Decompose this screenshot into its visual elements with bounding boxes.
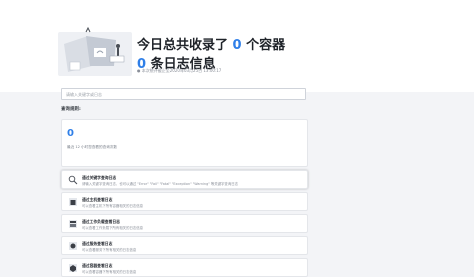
rule-description: 可以查看容器下所有相关的日志信息	[82, 270, 137, 274]
headline-prefix: 今日总共收录了	[137, 38, 229, 53]
log-summary-banner: 今日总共收录了 0 个容器 0 条日志信息 ● 本次统计截止至2020年03月2…	[0, 0, 474, 92]
search-icon	[68, 175, 78, 185]
query-count-description: 最近 12 小时您查看的查询次数	[67, 145, 117, 149]
query-stats-card: 0 最近 12 小时您查看的查询次数	[61, 119, 308, 167]
rule-description: 请输入关键字查询日志，也可以通过 "Error" "Fail" "Fatal" …	[82, 182, 238, 186]
server-icon	[69, 198, 77, 206]
stats-timestamp: ● 本次统计截止至2020年03月25日 13:00:17	[137, 68, 222, 73]
query-count: 0	[67, 128, 74, 139]
query-rules-label: 查询规则:	[61, 107, 81, 112]
log-search-input[interactable]: 请输入关键字或日志	[61, 88, 306, 100]
rule-description: 可以查看服务下所有相关的日志信息	[82, 248, 137, 252]
headline-suffix: 个容器	[246, 38, 286, 53]
rule-description: 可以查看主机下所有容器相关的日志信息	[82, 204, 144, 208]
rule-by-workload[interactable]: 通过工作负载查看日志 可以查看工作负载下所有相关的日志信息	[61, 214, 308, 233]
log-search-illustration-icon	[58, 26, 132, 76]
workload-icon	[69, 220, 77, 228]
container-count-headline: 今日总共收录了 0 个容器	[137, 34, 285, 53]
rule-by-container[interactable]: 通过容器查看日志 可以查看容器下所有相关的日志信息	[61, 258, 308, 277]
rule-keyword-search[interactable]: 通过关键字查询日志 请输入关键字查询日志，也可以通过 "Error" "Fail…	[61, 170, 308, 189]
rule-by-host[interactable]: 通过主机查看日志 可以查看主机下所有容器相关的日志信息	[61, 192, 308, 211]
container-count: 0	[232, 38, 242, 53]
container-icon	[69, 264, 77, 272]
rule-description: 可以查看工作负载下所有相关的日志信息	[82, 226, 144, 230]
service-icon	[69, 242, 77, 250]
rule-by-service[interactable]: 通过服务查看日志 可以查看服务下所有相关的日志信息	[61, 236, 308, 255]
